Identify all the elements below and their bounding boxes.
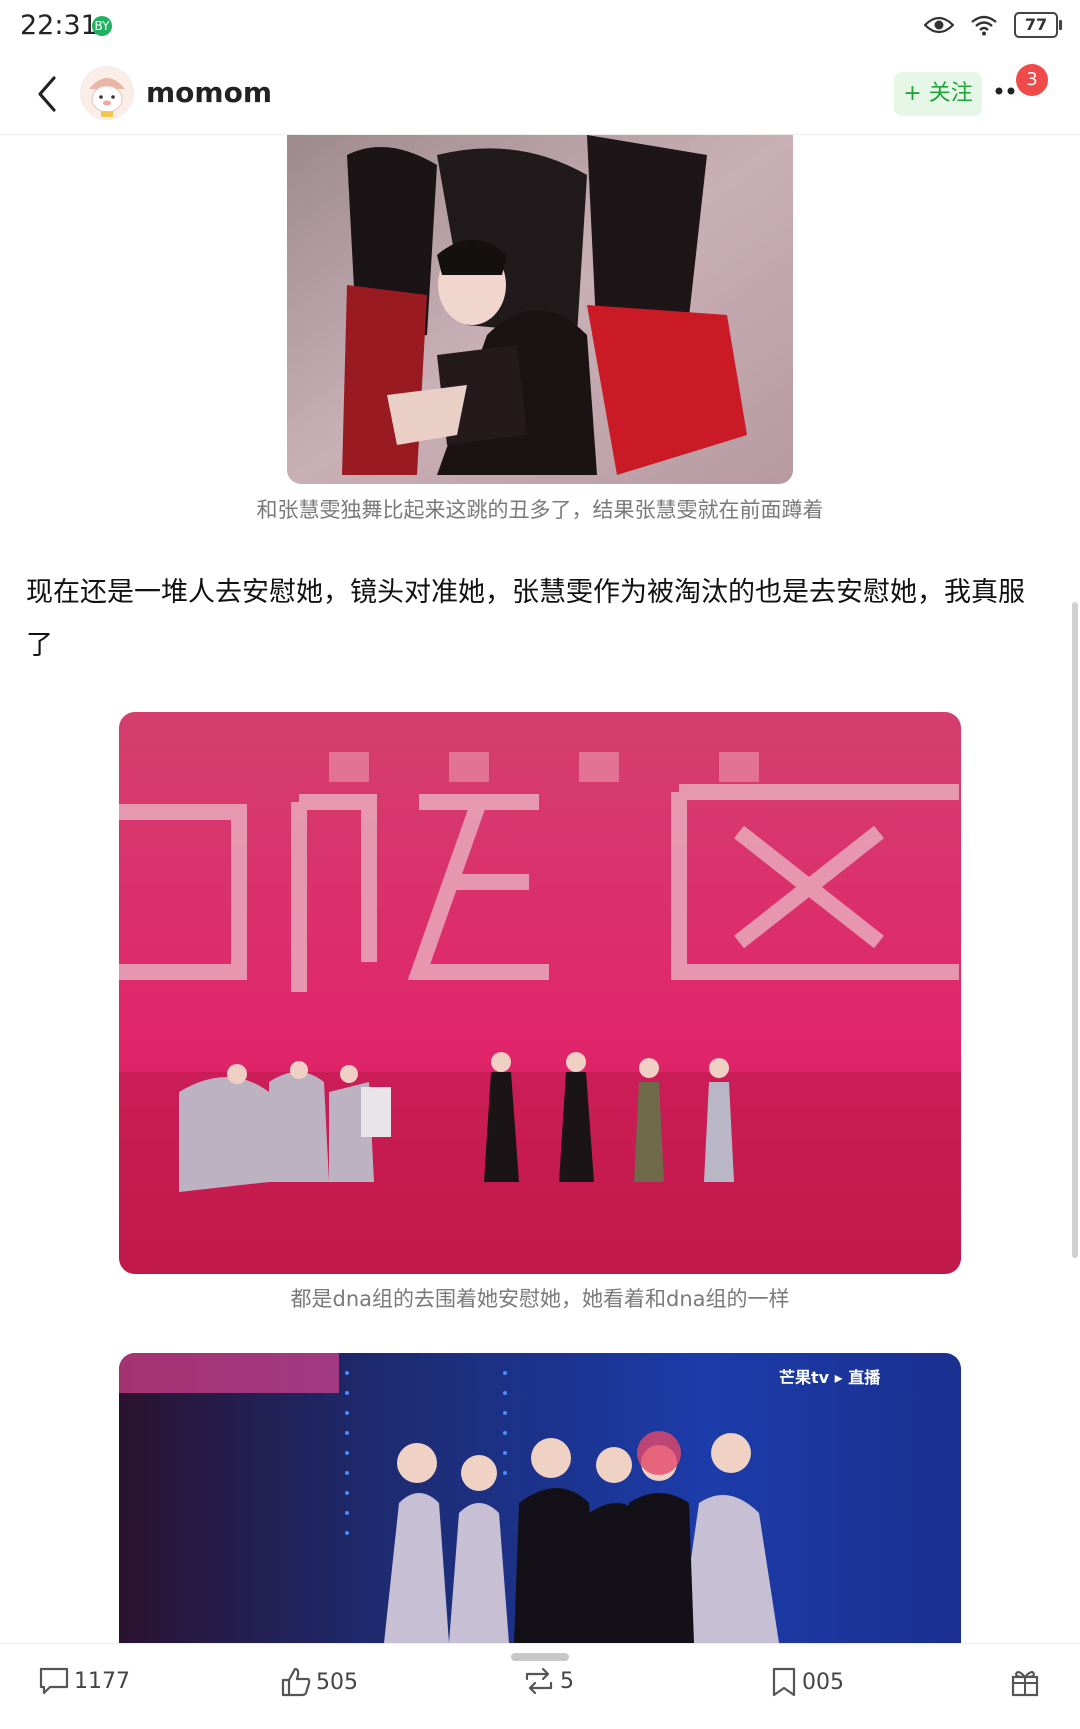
scrollbar[interactable] [1072,602,1078,1258]
post-image-dance[interactable] [287,135,793,484]
status-bar: 22:31 BY 77 [0,0,1080,56]
post-header: momom + 关注 3 [0,56,1080,135]
app-notification-icon: BY [92,16,112,36]
comment-icon [39,1667,69,1695]
like-button[interactable]: 505 [280,1666,358,1698]
gift-icon [1011,1671,1039,1697]
repost-icon [525,1667,553,1695]
comment-button[interactable]: 1177 [38,1666,130,1696]
status-time: 22:31 [20,10,98,41]
repost-button[interactable]: 5 [522,1666,574,1696]
favorite-button[interactable]: 005 [770,1666,844,1698]
avatar-image [81,67,133,119]
notification-badge: 3 [1016,64,1048,96]
favorite-count: 005 [802,1669,844,1695]
post-paragraph: 现在还是一堆人去安慰她，镜头对准她，张慧雯作为被淘汰的也是去安慰她，我真服了 [26,577,1025,661]
like-count: 505 [316,1669,358,1695]
follow-button[interactable]: + 关注 [894,72,982,116]
post-image-stage[interactable] [119,712,961,1274]
avatar[interactable] [80,66,134,120]
image-caption-2: 都是dna组的去围着她安慰她，她看着和dna组的一样 [290,1287,790,1311]
wifi-icon [971,15,997,36]
comment-count: 1177 [74,1668,130,1694]
repost-count: 5 [560,1668,574,1694]
username[interactable]: momom [146,76,272,109]
back-icon[interactable] [30,74,66,114]
thumbs-up-icon [281,1667,311,1697]
eye-icon [924,16,954,34]
gift-button[interactable] [1010,1666,1040,1698]
tv-watermark: 芒果tv ▸ 直播 [779,1368,881,1387]
home-indicator[interactable] [511,1653,569,1661]
bookmark-icon [772,1667,796,1697]
battery-indicator: 77 [1014,12,1062,38]
post-image-group[interactable]: 芒果tv ▸ 直播 [119,1353,961,1643]
status-icons: 77 [924,12,1062,38]
more-options-icon[interactable] [994,84,1020,98]
image-caption-1: 和张慧雯独舞比起来这跳的丑多了，结果张慧雯就在前面蹲着 [256,498,824,522]
